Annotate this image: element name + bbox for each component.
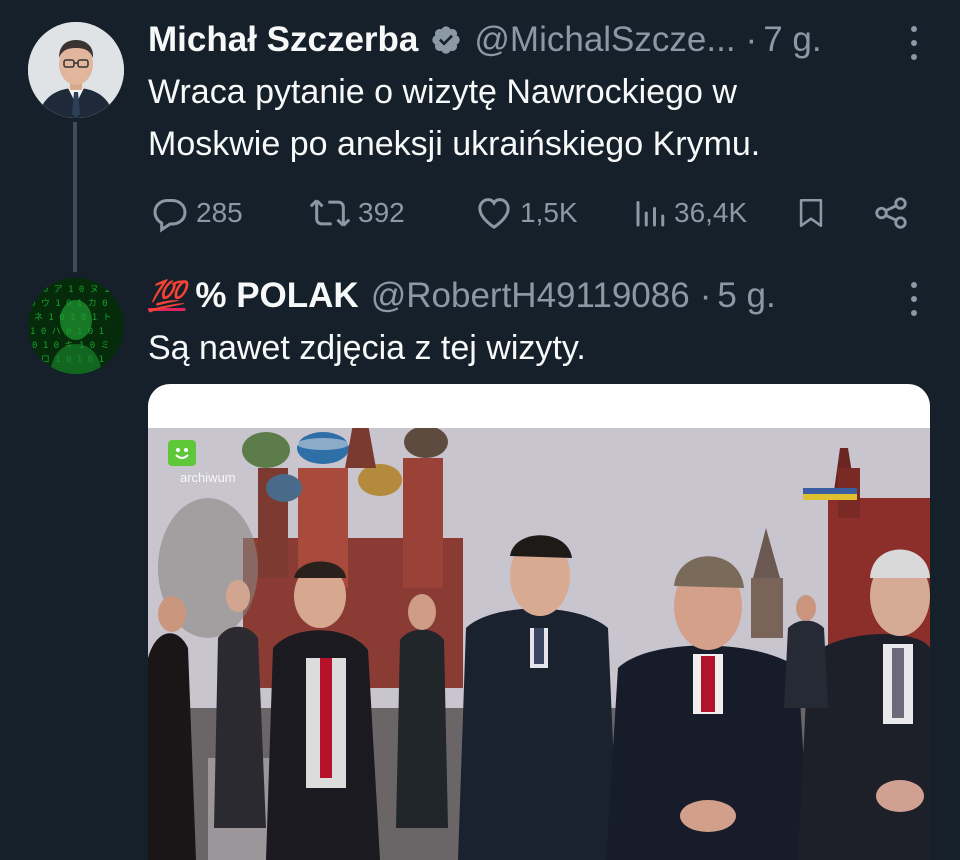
reply-button[interactable]: 285 <box>150 188 243 238</box>
thread-connector-line <box>73 122 77 272</box>
tweet-actions-bar: 285 392 1,5K 36,4K <box>148 188 930 238</box>
author-handle[interactable]: @RobertH49119086 <box>371 276 690 316</box>
tweet-text: Są nawet zdjęcia z tej wizyty. <box>148 329 586 367</box>
tweet-text-line: Moskwie po aneksji ukraińskiego Krymu. <box>148 125 761 163</box>
tweet-reply[interactable]: 💯 % POLAK @RobertH49119086 · 5 g. Są naw… <box>148 274 930 374</box>
tweet-text: Wraca pytanie o wizytę Nawrockiego w Mos… <box>148 66 930 170</box>
views-chart-icon <box>636 201 665 227</box>
photo-illustration <box>148 428 930 860</box>
heart-icon <box>478 198 510 229</box>
bookmark-icon <box>799 198 823 228</box>
avatar-portrait-image <box>28 22 124 118</box>
share-button[interactable] <box>872 188 910 238</box>
tweet-header: 💯 % POLAK @RobertH49119086 · 5 g. <box>148 274 930 318</box>
timestamp[interactable]: 7 g. <box>763 20 821 60</box>
hundred-points-icon: 💯 <box>148 279 186 313</box>
separator-dot: · <box>745 20 758 59</box>
share-icon <box>875 197 907 229</box>
archive-watermark: archiwum <box>180 470 236 485</box>
tweet-header: Michał Szczerba @MichalSzcze... · 7 g. <box>148 18 930 62</box>
retweet-button[interactable]: 392 <box>308 188 405 238</box>
more-options-icon[interactable] <box>908 282 920 316</box>
author-name[interactable]: Michał Szczerba <box>148 20 418 60</box>
reply-icon <box>153 199 187 233</box>
tweet-original[interactable]: Michał Szczerba @MichalSzcze... · 7 g. W… <box>148 18 930 233</box>
views-button[interactable]: 36,4K <box>632 188 747 238</box>
verified-badge-icon <box>430 24 462 56</box>
more-options-icon[interactable] <box>908 26 920 60</box>
avatar[interactable] <box>28 22 124 118</box>
tv-channel-logo-icon <box>168 440 196 466</box>
views-count: 36,4K <box>674 197 748 228</box>
retweet-count: 392 <box>358 197 405 228</box>
media-attachment[interactable]: archiwum <box>148 384 930 860</box>
avatar[interactable]: 1 0 ア 1 0 ヌ 1 0 ウ 1 0 1 カ 0 ネ 1 0 1 0 1 … <box>28 278 124 374</box>
tweet-text-line: Wraca pytanie o wizytę Nawrockiego w <box>148 73 737 111</box>
bookmark-button[interactable] <box>794 188 828 238</box>
separator-dot: · <box>699 276 712 315</box>
like-button[interactable]: 1,5K <box>474 188 578 238</box>
avatar-matrix-image: 1 0 ア 1 0 ヌ 1 0 ウ 1 0 1 カ 0 ネ 1 0 1 0 1 … <box>28 278 124 374</box>
author-name[interactable]: % POLAK <box>195 276 358 316</box>
photo-red-square-scene[interactable]: archiwum <box>148 428 930 860</box>
like-count: 1,5K <box>520 197 578 228</box>
reply-count: 285 <box>196 197 243 228</box>
timestamp[interactable]: 5 g. <box>717 276 775 316</box>
author-handle[interactable]: @MichalSzcze... <box>474 20 735 60</box>
svg-text:1 0 ア 1 0 ヌ 1: 1 0 ア 1 0 ヌ 1 <box>32 285 110 295</box>
retweet-icon <box>309 199 351 227</box>
